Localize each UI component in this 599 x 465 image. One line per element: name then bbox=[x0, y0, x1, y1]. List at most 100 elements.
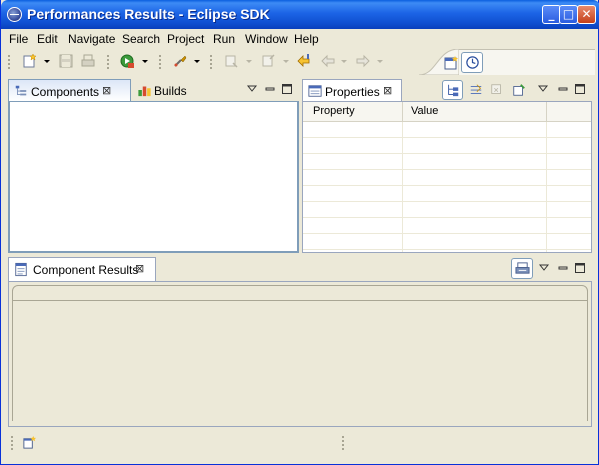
close-icon[interactable]: ⊠ bbox=[383, 84, 392, 97]
window-title: Performances Results - Eclipse SDK bbox=[27, 6, 270, 22]
component-results-icon bbox=[15, 262, 27, 277]
maximize-view-icon[interactable] bbox=[574, 262, 586, 274]
menu-help[interactable]: Help bbox=[294, 32, 319, 46]
forward-dropdown-arrow bbox=[377, 60, 383, 63]
forward-icon bbox=[356, 54, 370, 68]
builds-icon bbox=[138, 86, 151, 97]
next-annotation-icon bbox=[225, 55, 238, 68]
view-menu-icon[interactable] bbox=[246, 83, 258, 95]
close-icon[interactable]: ⊠ bbox=[135, 262, 144, 275]
maximize-view-icon[interactable] bbox=[281, 83, 293, 95]
table-row bbox=[303, 154, 591, 170]
title-bar[interactable]: Performances Results - Eclipse SDK _ □ ✕ bbox=[1, 0, 599, 29]
tab-builds[interactable]: Builds bbox=[131, 79, 191, 101]
status-grip[interactable] bbox=[342, 436, 344, 450]
components-tree[interactable] bbox=[8, 101, 299, 253]
main-toolbar bbox=[1, 48, 598, 76]
close-button[interactable]: ✕ bbox=[577, 5, 596, 24]
performance-perspective-button[interactable] bbox=[461, 52, 483, 73]
external-tools-icon[interactable] bbox=[172, 53, 188, 69]
fast-view-icon[interactable] bbox=[22, 435, 37, 450]
tab-components[interactable]: Components ⊠ bbox=[8, 79, 131, 101]
run-dropdown-arrow[interactable] bbox=[142, 60, 148, 63]
tab-builds-label: Builds bbox=[154, 84, 187, 98]
toolbar-grip[interactable] bbox=[107, 55, 109, 69]
menu-run[interactable]: Run bbox=[213, 32, 235, 46]
pin-icon[interactable] bbox=[512, 83, 526, 97]
menu-project[interactable]: Project bbox=[167, 32, 204, 46]
table-row bbox=[303, 218, 591, 234]
results-toolbar-button[interactable] bbox=[511, 258, 533, 279]
tab-component-results-label: Component Results bbox=[33, 263, 139, 277]
menu-search[interactable]: Search bbox=[122, 32, 160, 46]
close-icon[interactable]: ⊠ bbox=[102, 84, 111, 97]
table-row bbox=[303, 170, 591, 186]
column-property[interactable]: Property bbox=[313, 105, 355, 117]
next-annotation-dropdown-arrow bbox=[246, 60, 252, 63]
components-view: Components ⊠ Builds bbox=[8, 79, 299, 253]
tab-properties[interactable]: Properties ⊠ bbox=[302, 79, 402, 101]
previous-annotation-dropdown-arrow bbox=[283, 60, 289, 63]
show-categories-button[interactable] bbox=[442, 80, 463, 100]
status-grip[interactable] bbox=[11, 436, 13, 450]
component-results-body bbox=[8, 281, 592, 427]
minimize-view-icon[interactable] bbox=[557, 262, 569, 274]
back-dropdown-arrow bbox=[341, 60, 347, 63]
results-content[interactable] bbox=[12, 301, 588, 421]
table-row bbox=[303, 234, 591, 250]
components-tree-icon bbox=[15, 85, 27, 96]
menu-bar: File Edit Navigate Search Project Run Wi… bbox=[1, 29, 598, 48]
performance-perspective-icon bbox=[466, 56, 479, 69]
eclipse-window: Performances Results - Eclipse SDK _ □ ✕… bbox=[0, 0, 599, 465]
perspective-switcher bbox=[419, 49, 595, 75]
column-value[interactable]: Value bbox=[411, 105, 438, 117]
table-row bbox=[303, 202, 591, 218]
tab-properties-label: Properties bbox=[325, 85, 380, 99]
show-advanced-icon[interactable] bbox=[469, 83, 483, 97]
minimize-view-icon[interactable] bbox=[264, 83, 276, 95]
minimize-view-icon[interactable] bbox=[557, 83, 569, 95]
restore-default-icon bbox=[491, 84, 501, 94]
toolbar-grip[interactable] bbox=[210, 55, 212, 69]
save-icon bbox=[59, 54, 73, 68]
run-icon[interactable] bbox=[119, 53, 135, 69]
component-results-view-tabs: Component Results ⊠ bbox=[8, 257, 592, 281]
eclipse-logo-icon bbox=[7, 7, 22, 22]
view-menu-icon[interactable] bbox=[538, 262, 550, 274]
menu-file[interactable]: File bbox=[9, 32, 28, 46]
menu-edit[interactable]: Edit bbox=[37, 32, 58, 46]
menu-window[interactable]: Window bbox=[245, 32, 288, 46]
column-separator[interactable] bbox=[546, 102, 547, 122]
results-tab-strip[interactable] bbox=[12, 285, 588, 301]
properties-table-header: Property Value bbox=[303, 102, 591, 122]
maximize-button[interactable]: □ bbox=[559, 5, 578, 24]
tab-component-results[interactable]: Component Results ⊠ bbox=[8, 257, 156, 281]
table-row bbox=[303, 186, 591, 202]
column-separator[interactable] bbox=[402, 102, 403, 122]
properties-view-tabs: Properties ⊠ bbox=[302, 79, 592, 101]
open-perspective-icon[interactable] bbox=[443, 55, 459, 71]
new-icon[interactable] bbox=[22, 53, 38, 69]
back-icon bbox=[321, 54, 335, 68]
toolbar-grip[interactable] bbox=[8, 55, 10, 69]
previous-annotation-icon bbox=[262, 54, 275, 67]
last-edit-location-icon[interactable] bbox=[296, 53, 312, 69]
tab-components-label: Components bbox=[31, 85, 100, 99]
table-row bbox=[303, 122, 591, 138]
categories-tree-icon bbox=[448, 84, 459, 97]
table-row bbox=[303, 138, 591, 154]
new-dropdown-arrow[interactable] bbox=[44, 60, 50, 63]
menu-navigate[interactable]: Navigate bbox=[68, 32, 115, 46]
properties-view: Properties ⊠ Property Value bbox=[302, 79, 592, 253]
toolbar-grip[interactable] bbox=[159, 55, 161, 69]
component-results-view: Component Results ⊠ bbox=[8, 257, 592, 427]
properties-icon bbox=[308, 85, 322, 97]
components-view-tabs: Components ⊠ Builds bbox=[8, 79, 299, 101]
properties-table[interactable]: Property Value bbox=[302, 101, 592, 253]
results-view-mode-icon bbox=[515, 262, 530, 274]
view-menu-icon[interactable] bbox=[537, 83, 549, 95]
status-bar bbox=[1, 430, 598, 464]
maximize-view-icon[interactable] bbox=[574, 83, 586, 95]
external-tools-dropdown-arrow[interactable] bbox=[194, 60, 200, 63]
properties-toolbar bbox=[442, 79, 534, 101]
